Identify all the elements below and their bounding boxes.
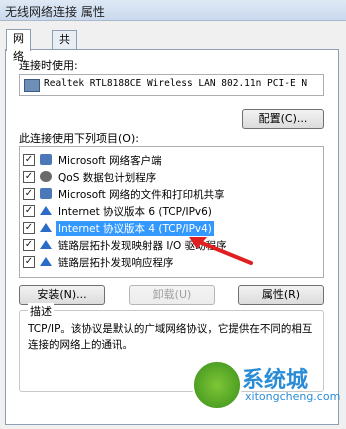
checkbox[interactable]: ✓ [23,154,35,166]
adapter-field: Realtek RTL8188CE Wireless LAN 802.11n P… [19,74,324,96]
list-item[interactable]: ✓ QoS 数据包计划程序 [20,168,323,185]
title-bar: 无线网络连接 属性 [0,0,346,21]
checkbox[interactable]: ✓ [23,188,35,200]
list-item-label: Internet 协议版本 4 (TCP/IPv4) [56,221,214,236]
checkbox[interactable]: ✓ [23,256,35,268]
tab-sharing[interactable]: 共享 [52,30,77,64]
items-list[interactable]: ✓ Microsoft 网络客户端 ✓ QoS 数据包计划程序 ✓ Micros… [19,146,324,278]
description-legend: 描述 [28,303,54,319]
configure-button[interactable]: 配置(C)... [242,109,324,129]
watermark-logo-icon [192,360,242,410]
install-button[interactable]: 安装(N)... [19,285,105,305]
checkbox[interactable]: ✓ [23,222,35,234]
protocol-icon [40,223,52,232]
list-item-label: 链路层拓扑发现响应程序 [58,257,174,269]
protocol-icon [40,257,52,266]
watermark-subtext: xitongcheng.com [245,390,341,403]
list-item[interactable]: ✓ Microsoft 网络的文件和打印机共享 [20,185,323,202]
adapter-name: Realtek RTL8188CE Wireless LAN 802.11n P… [44,78,308,89]
list-item-label: Microsoft 网络的文件和打印机共享 [58,189,225,201]
checkbox[interactable]: ✓ [23,205,35,217]
protocol-icon [40,206,52,215]
list-item-label: Microsoft 网络客户端 [58,155,162,167]
list-item[interactable]: ✓ 链路层拓扑发现映射器 I/O 驱动程序 [20,236,323,253]
list-item[interactable]: ✓ 链路层拓扑发现响应程序 [20,253,323,270]
protocol-icon [40,240,52,249]
list-item-label: Internet 协议版本 6 (TCP/IPv6) [58,206,212,218]
tab-network[interactable]: 网络 [6,29,31,63]
checkbox[interactable]: ✓ [23,171,35,183]
file-share-icon [40,188,52,199]
checkbox[interactable]: ✓ [23,239,35,251]
properties-button[interactable]: 属性(R) [238,285,324,305]
network-client-icon [40,154,52,165]
list-item[interactable]: ✓ Internet 协议版本 6 (TCP/IPv6) [20,202,323,219]
list-item[interactable]: ✓ Microsoft 网络客户端 [20,151,323,168]
annotation-arrow-icon [189,237,253,265]
qos-icon [40,171,52,182]
network-adapter-icon [24,79,40,92]
connect-using-label: 连接时使用: [19,59,78,72]
list-item-selected[interactable]: ✓ Internet 协议版本 4 (TCP/IPv4) [20,219,323,236]
uninstall-button[interactable]: 卸载(U) [129,285,215,305]
description-text: TCP/IP。该协议是默认的广域网络协议，它提供在不同的相互连接的网络上的通讯。 [28,323,313,351]
list-item-label: QoS 数据包计划程序 [58,172,157,184]
window-title: 无线网络连接 属性 [5,5,105,19]
items-label: 此连接使用下列项目(O): [19,132,139,145]
